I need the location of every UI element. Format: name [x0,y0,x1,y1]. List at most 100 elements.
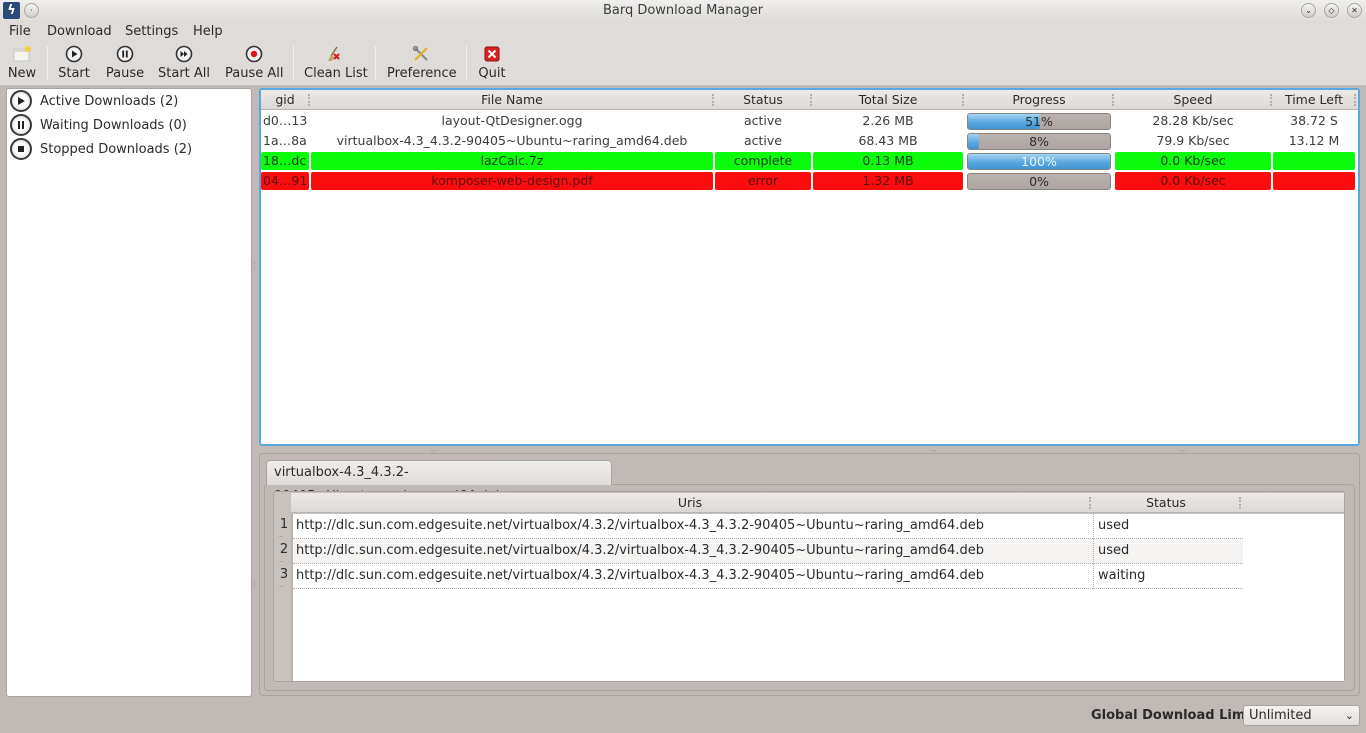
column-resize-handle[interactable] [308,94,310,106]
play-icon [65,45,83,63]
column-header-progress[interactable]: Progress [965,90,1113,110]
column-header-speed[interactable]: Speed [1115,90,1271,110]
download-row[interactable]: 18…dc lazCalc.7z complete 0.13 MB 100% 0.0 Kb… [261,151,1358,171]
uri-row[interactable]: http://dlc.sun.com.edgesuite.net/virtual… [293,564,1243,589]
download-row[interactable]: 1a…8a virtualbox-4.3_4.3.2-90405~Ubuntu~r… [261,131,1358,151]
column-resize-handle[interactable] [1270,94,1272,106]
sidebar-item-label: Active Downloads (2) [40,93,179,109]
cell-status: active [744,113,782,128]
uri-table-header: Uris Status [291,493,1344,513]
record-icon [245,45,263,63]
quit-button[interactable]: Quit [477,43,507,83]
column-header-total-size[interactable]: Total Size [813,90,963,110]
start-all-button[interactable]: Start All [158,43,210,83]
pause-button[interactable]: Pause [105,43,145,83]
tab-selected-download[interactable]: virtualbox-4.3_4.3.2-90405~Ubuntu~raring… [266,460,612,504]
sidebar-item-waiting[interactable]: Waiting Downloads (0) [10,114,187,136]
close-button[interactable]: ✕ [1347,3,1362,18]
menu-file[interactable]: File [9,24,31,39]
uri-status-cell: used [1093,514,1243,539]
column-resize-handle[interactable] [810,94,812,106]
progress-bar: 8% [967,133,1111,150]
minimize-button[interactable]: ⌄ [1301,3,1316,18]
global-download-limit-label: Global Download Limit [1091,708,1257,723]
cell-size: 2.26 MB [862,113,914,128]
uri-cell: http://dlc.sun.com.edgesuite.net/virtual… [296,518,984,533]
pause-icon [10,114,32,136]
toolbar: New Start Pause Start All Pause All Clea… [0,42,1366,85]
column-header-uris[interactable]: Uris [291,493,1089,513]
menu-settings[interactable]: Settings [125,24,178,39]
progress-label: 51% [1025,114,1053,129]
cell-speed: 79.9 Kb/sec [1156,133,1230,148]
global-download-limit-select[interactable]: Unlimited ⌄ [1243,705,1360,726]
uri-table-body: http://dlc.sun.com.edgesuite.net/virtual… [291,514,1344,681]
menu-download[interactable]: Download [47,24,112,39]
menu-help[interactable]: Help [193,24,223,39]
tools-icon [412,45,428,61]
row-number-header[interactable]: 2 [278,542,290,564]
column-header-uri-status[interactable]: Status [1091,493,1241,513]
pause-all-button[interactable]: Pause All [225,43,283,83]
cell-file: komposer-web-design.pdf [431,173,593,188]
stop-icon [10,138,32,160]
column-resize-handle[interactable] [1354,94,1356,106]
column-header-status[interactable]: Status [715,90,811,110]
clean-list-button[interactable]: Clean List [304,43,368,83]
cell-time-left: 13.12 M [1288,133,1340,148]
chevron-down-icon: ⌄ [1344,709,1354,722]
fast-forward-icon [175,45,193,63]
cell-status: complete [733,153,793,168]
window-title: Barq Download Manager [602,3,764,18]
start-button[interactable]: Start [56,43,92,83]
progress-label: 100% [1021,154,1057,169]
cell-size: 1.32 MB [862,173,914,188]
pause-icon [116,45,134,63]
progress-bar: 100% [967,153,1111,170]
uri-row[interactable]: http://dlc.sun.com.edgesuite.net/virtual… [293,514,1243,539]
cell-speed: 0.0 Kb/sec [1160,153,1226,168]
column-resize-handle[interactable] [712,94,714,106]
uri-status-cell: used [1093,539,1243,564]
toolbar-separator [466,46,467,80]
cell-file: lazCalc.7z [480,153,544,168]
maximize-button[interactable]: ◇ [1324,3,1339,18]
downloads-table: gid File Name Status Total Size Progress… [259,88,1360,446]
sidebar-splitter-handle[interactable]: · · · [253,578,257,592]
cell-speed: 0.0 Kb/sec [1160,173,1226,188]
sidebar-item-active[interactable]: Active Downloads (2) [10,90,178,112]
category-sidebar: Active Downloads (2) Waiting Downloads (… [6,88,252,697]
sidebar-item-stopped[interactable]: Stopped Downloads (2) [10,138,192,160]
row-number-header[interactable]: 3 [278,567,290,589]
uri-row[interactable]: http://dlc.sun.com.edgesuite.net/virtual… [293,539,1243,564]
uri-cell: http://dlc.sun.com.edgesuite.net/virtual… [296,543,984,558]
toolbar-separator [47,46,48,80]
broom-clear-icon [328,46,340,61]
download-row[interactable]: 04…91 komposer-web-design.pdf error 1.32 MB… [261,171,1358,191]
sidebar-item-label: Stopped Downloads (2) [40,141,193,157]
toolbar-separator [293,46,294,80]
column-resize-handle[interactable] [1239,497,1241,509]
selected-limit-value: Unlimited [1249,708,1312,723]
preference-button[interactable]: Preference [387,43,457,83]
cell-gid: 04…91 [263,173,308,188]
sidebar-item-label: Waiting Downloads (0) [40,117,187,133]
column-resize-handle[interactable] [1112,94,1114,106]
title-bar: ϟ · Barq Download Manager ⌄ ◇ ✕ [0,0,1366,22]
download-row[interactable]: d0…13 layout-QtDesigner.ogg active 2.26 MB 5… [261,111,1358,131]
toolbar-separator [375,46,376,80]
column-header-time-left[interactable]: Time Left [1273,90,1355,110]
cell-size: 0.13 MB [862,153,914,168]
cell-time-left: 38.72 S [1290,113,1338,128]
column-header-file-name[interactable]: File Name [311,90,713,110]
cell-speed: 28.28 Kb/sec [1152,113,1234,128]
table-header: gid File Name Status Total Size Progress… [261,90,1358,110]
progress-label: 8% [1029,134,1049,149]
new-button[interactable]: New [6,43,38,83]
row-number-header[interactable]: 1 [278,517,290,539]
column-resize-handle[interactable] [962,94,964,106]
new-download-icon [13,46,31,62]
column-header-gid[interactable]: gid [261,90,309,110]
progress-bar: 0% [967,173,1111,190]
sidebar-splitter-handle[interactable]: · · · [253,260,257,274]
